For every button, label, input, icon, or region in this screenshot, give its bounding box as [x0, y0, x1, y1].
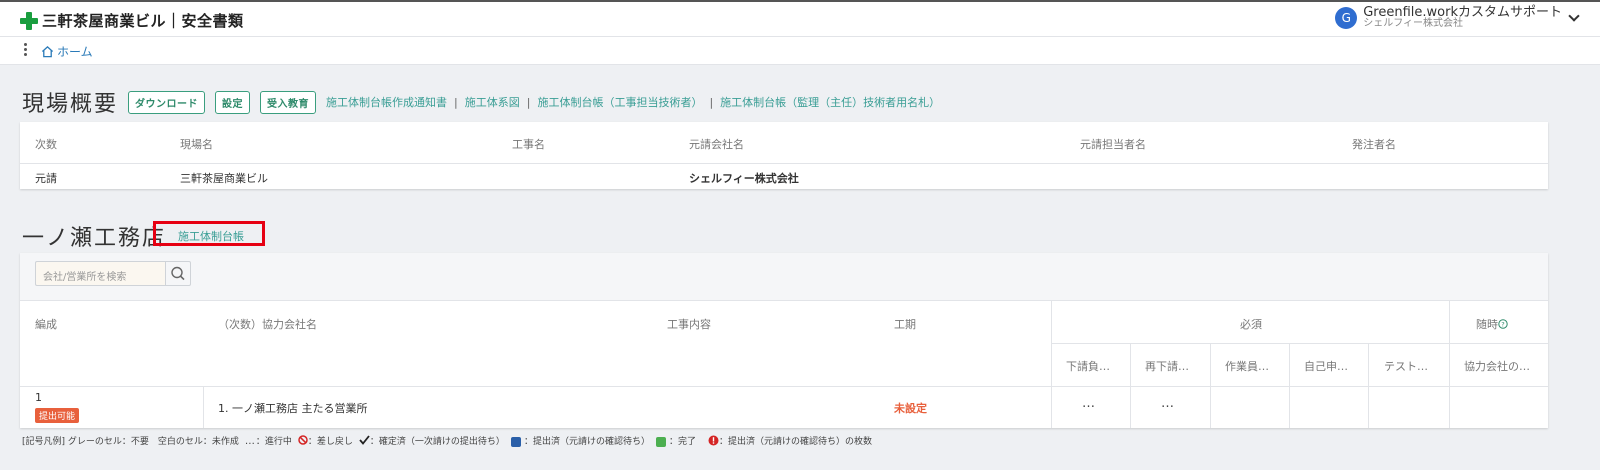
table-cell: 元請	[35, 172, 57, 185]
legend-complete: ：完了	[655, 434, 696, 447]
brand[interactable]: 三軒茶屋商業ビル｜安全書類	[20, 10, 244, 31]
legend-in-progress: …：進行中	[244, 436, 292, 447]
legend-submitted: ：提出済（元請けの確認待ち）	[510, 434, 650, 447]
divider: |	[709, 95, 714, 109]
divider: |	[526, 95, 531, 109]
column-header: 元請会社名	[689, 138, 744, 151]
status-badge: 提出可能	[35, 408, 80, 423]
table-cell: シェルフィー株式会社	[689, 172, 799, 185]
column-header: 協力会社の…	[1464, 360, 1530, 373]
home-label: ホーム	[57, 45, 93, 59]
chevron-down-icon	[1568, 10, 1580, 22]
search-input[interactable]: 会社/営業所を検索	[35, 261, 165, 286]
legend-confirmed: ：確定済（一次請けの提出待ち）	[359, 434, 505, 447]
column-header: 元請担当者名	[1080, 138, 1146, 151]
partner-name[interactable]: 1. 一ノ瀬工務店 主たる営業所	[218, 400, 368, 416]
link-ledger-engineer[interactable]: 施工体制台帳（工事担当技術者）	[537, 94, 702, 110]
user-menu[interactable]: G Greenfile.workカスタムサポート シェルフィー株式会社	[1335, 5, 1580, 29]
highlight-box	[153, 221, 265, 246]
breadcrumb-home[interactable]: ホーム	[41, 43, 93, 60]
table-row: 元請 三軒茶屋商業ビル シェルフィー株式会社	[20, 164, 1548, 189]
kebab-menu-icon[interactable]	[22, 43, 28, 57]
group-header-optional: 随時?	[1476, 316, 1508, 332]
greenfile-logo-icon	[20, 11, 38, 30]
column-header: 現場名	[180, 138, 213, 151]
column-header: 自己申…	[1304, 360, 1348, 373]
symbol-legend: [記号凡例] グレーのセル：不要 空白のセル：未作成 …：進行中 ：差し戻し ：…	[22, 434, 878, 447]
column-header: 工事内容	[667, 318, 711, 331]
column-header: （次数）協力会社名	[218, 318, 317, 331]
download-button[interactable]: ダウンロード	[128, 90, 206, 114]
period-value: 未設定	[894, 402, 927, 415]
link-system-diagram[interactable]: 施工体系図	[465, 94, 520, 110]
site-overview-header: 現場概要 ダウンロード 設定 受入教育 施工体制台帳作成通知書 | 施工体系図 …	[22, 86, 940, 118]
settings-button[interactable]: 設定	[215, 90, 251, 114]
column-header: 下請負…	[1066, 360, 1110, 373]
column-header: 作業員…	[1225, 360, 1269, 373]
legend-count: ：提出済（元請けの確認待ち）の枚数	[708, 434, 872, 447]
column-header: 再下請…	[1145, 360, 1189, 373]
home-icon	[41, 45, 54, 58]
submitted-check-icon	[510, 436, 521, 447]
link-notice[interactable]: 施工体制台帳作成通知書	[326, 94, 447, 110]
search-toolbar	[20, 253, 1548, 301]
divider: |	[454, 95, 458, 109]
group-header-required: 必須	[1240, 318, 1262, 331]
table-header-row: 次数 現場名 工事名 元請会社名 元請担当者名 発注者名	[20, 122, 1548, 164]
in-progress-cell[interactable]: …	[1161, 396, 1175, 411]
column-header: テスト…	[1384, 360, 1428, 373]
svg-text:?: ?	[1501, 321, 1504, 329]
user-name: Greenfile.workカスタムサポート	[1363, 5, 1562, 20]
legend-prefix: [記号凡例] グレーのセル：不要 空白のセル：未作成	[22, 437, 239, 447]
org-number: 1	[35, 391, 42, 404]
education-button[interactable]: 受入教育	[260, 90, 317, 114]
app-title: 三軒茶屋商業ビル｜安全書類	[42, 12, 244, 30]
checkmark-icon	[359, 435, 370, 445]
column-header: 編成	[35, 318, 57, 331]
help-icon[interactable]: ?	[1498, 319, 1508, 329]
column-header: 工事名	[512, 138, 545, 151]
link-ledger-nameplate[interactable]: 施工体制台帳（監理（主任）技術者用名札）	[720, 94, 940, 110]
avatar: G	[1335, 7, 1358, 29]
prohibited-icon	[298, 435, 308, 445]
complete-check-icon	[655, 436, 666, 447]
column-header: 発注者名	[1352, 138, 1396, 151]
top-bar: 三軒茶屋商業ビル｜安全書類 G Greenfile.workカスタムサポート シ…	[0, 0, 1600, 37]
table-cell: 三軒茶屋商業ビル	[180, 172, 268, 185]
search-icon	[171, 266, 185, 281]
column-header: 工期	[894, 318, 916, 331]
alert-circle-icon	[708, 435, 719, 446]
page-title: 現場概要	[22, 92, 119, 117]
search-button[interactable]	[165, 261, 191, 286]
breadcrumb-bar: ホーム	[0, 37, 1600, 65]
column-header: 次数	[35, 138, 57, 151]
in-progress-cell[interactable]: …	[1082, 396, 1096, 411]
company-title: 一ノ瀬工務店	[22, 226, 167, 251]
partner-table: 編成 （次数）協力会社名 工事内容 工期 必須 随時? 下請負… 再下請… 作業…	[20, 253, 1548, 428]
legend-returned: ：差し戻し	[298, 434, 353, 447]
site-overview-table: 次数 現場名 工事名 元請会社名 元請担当者名 発注者名 元請 三軒茶屋商業ビル…	[20, 122, 1548, 189]
